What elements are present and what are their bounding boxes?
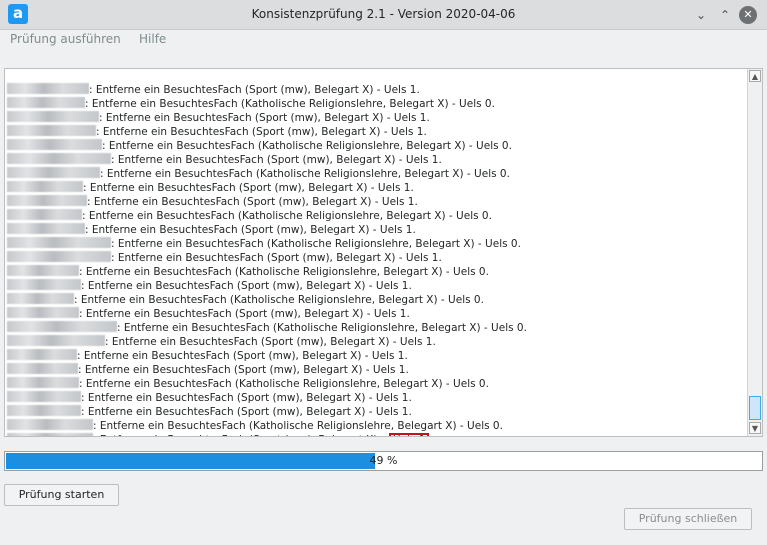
menu-hilfe[interactable]: Hilfe bbox=[139, 32, 166, 46]
redacted-name bbox=[7, 153, 111, 164]
redacted-name bbox=[7, 181, 83, 192]
redacted-name bbox=[7, 363, 78, 374]
close-icon[interactable]: ✕ bbox=[739, 6, 757, 24]
close-check-button[interactable]: Prüfung schließen bbox=[624, 508, 752, 530]
redacted-name bbox=[7, 167, 100, 178]
log-scrollbar[interactable]: ▲ ▼ bbox=[747, 69, 762, 436]
scroll-thumb[interactable] bbox=[749, 396, 761, 420]
progress-bar: 49 % bbox=[4, 451, 763, 471]
redacted-name bbox=[7, 279, 81, 290]
log-line-text: : Entferne ein BesuchtesFach (Sport (mw)… bbox=[85, 224, 416, 236]
log-line-text: : Entferne ein BesuchtesFach (Sport (mw)… bbox=[81, 406, 412, 418]
title-bar: a Konsistenzprüfung 2.1 - Version 2020-0… bbox=[0, 0, 767, 30]
log-line: : Entferne ein BesuchtesFach (Sport (mw)… bbox=[7, 195, 746, 209]
log-line: : Entferne ein BesuchtesFach (Sport (mw)… bbox=[7, 111, 746, 125]
log-line: : Entferne ein BesuchtesFach (Sport (mw)… bbox=[7, 279, 746, 293]
log-line-text: : Entferne ein BesuchtesFach (Sport (mw)… bbox=[111, 154, 442, 166]
log-line: : Entferne ein BesuchtesFach (Katholisch… bbox=[7, 293, 746, 307]
redacted-name bbox=[7, 321, 117, 332]
log-line-text: : Entferne ein BesuchtesFach (Sport (mw)… bbox=[81, 392, 412, 404]
log-line-text: : Entferne ein BesuchtesFach (Katholisch… bbox=[93, 420, 503, 432]
redacted-name bbox=[7, 419, 93, 430]
log-line-text: : Entferne ein BesuchtesFach (Katholisch… bbox=[85, 98, 495, 110]
log-line-last: : Entferne ein BesuchtesFach (Sport (mw)… bbox=[7, 433, 746, 436]
redacted-name bbox=[7, 293, 74, 304]
log-line-text: : Entferne ein BesuchtesFach (Sport (mw)… bbox=[96, 126, 427, 138]
log-line: : Entferne ein BesuchtesFach (Sport (mw)… bbox=[7, 125, 746, 139]
redacted-name bbox=[7, 405, 81, 416]
maximize-icon[interactable]: ⌃ bbox=[716, 6, 734, 24]
log-line-text: : Entferne ein BesuchtesFach (Katholisch… bbox=[74, 294, 484, 306]
menu-bar: Prüfung ausführen Hilfe bbox=[0, 30, 767, 50]
log-line-text: : Entferne ein BesuchtesFach (Katholisch… bbox=[117, 322, 527, 334]
log-line-text: : Entferne ein BesuchtesFach (Sport (mw)… bbox=[78, 364, 409, 376]
redacted-name bbox=[7, 237, 111, 248]
log-line: : Entferne ein BesuchtesFach (Katholisch… bbox=[7, 237, 746, 251]
log-line: : Entferne ein BesuchtesFach (Sport (mw)… bbox=[7, 223, 746, 237]
log-line: : Entferne ein BesuchtesFach (Katholisch… bbox=[7, 321, 746, 335]
log-line-text: : Entferne ein BesuchtesFach (Sport (mw)… bbox=[77, 350, 408, 362]
redacted-name bbox=[7, 195, 87, 206]
log-lines: : Entferne ein BesuchtesFach (Sport (mw)… bbox=[7, 69, 746, 436]
log-line: : Entferne ein BesuchtesFach (Katholisch… bbox=[7, 139, 746, 153]
log-line-text: : Entferne ein BesuchtesFach (Sport (mw)… bbox=[105, 336, 436, 348]
redacted-name bbox=[7, 125, 96, 136]
log-line-text: : Entferne ein BesuchtesFach (Sport (mw)… bbox=[99, 112, 430, 124]
log-line-text: : Entferne ein BesuchtesFach (Sport (mw)… bbox=[87, 196, 418, 208]
log-line: : Entferne ein BesuchtesFach (Katholisch… bbox=[7, 167, 746, 181]
log-line: : Entferne ein BesuchtesFach (Katholisch… bbox=[7, 265, 746, 279]
log-line: : Entferne ein BesuchtesFach (Sport (mw)… bbox=[7, 251, 746, 265]
redacted-name bbox=[7, 209, 82, 220]
menu-pruefung-ausfuehren[interactable]: Prüfung ausführen bbox=[10, 32, 121, 46]
redacted-name bbox=[7, 391, 81, 402]
redacted-name bbox=[7, 251, 111, 262]
log-line: : Entferne ein BesuchtesFach (Sport (mw)… bbox=[7, 349, 746, 363]
log-line: : Entferne ein BesuchtesFach (Sport (mw)… bbox=[7, 83, 746, 97]
log-line: : Entferne ein BesuchtesFach (Katholisch… bbox=[7, 419, 746, 433]
redacted-name bbox=[7, 307, 79, 318]
redacted-name bbox=[7, 83, 89, 94]
progress-label: 49 % bbox=[369, 454, 398, 467]
minimize-icon[interactable]: ⌄ bbox=[692, 6, 710, 24]
redacted-name bbox=[7, 97, 85, 108]
window-title: Konsistenzprüfung 2.1 - Version 2020-04-… bbox=[251, 7, 516, 21]
log-line: : Entferne ein BesuchtesFach (Katholisch… bbox=[7, 377, 746, 391]
log-line: : Entferne ein BesuchtesFach (Sport (mw)… bbox=[7, 153, 746, 167]
log-line-text: : Entferne ein BesuchtesFach (Sport (mw)… bbox=[79, 308, 410, 320]
scroll-down-icon[interactable]: ▼ bbox=[749, 422, 761, 434]
log-line: : Entferne ein BesuchtesFach (Sport (mw)… bbox=[7, 335, 746, 349]
redacted-name bbox=[7, 335, 105, 346]
log-line-text: : Entferne ein BesuchtesFach (Sport (mw)… bbox=[93, 434, 385, 436]
highlighted-uels-value: Uels 1 bbox=[388, 433, 430, 436]
log-line: : Entferne ein BesuchtesFach (Katholisch… bbox=[7, 209, 746, 223]
redacted-name bbox=[7, 349, 77, 360]
start-check-button[interactable]: Prüfung starten bbox=[4, 484, 119, 506]
redacted-name bbox=[7, 223, 85, 234]
log-line-text: : Entferne ein BesuchtesFach (Katholisch… bbox=[100, 168, 510, 180]
redacted-name bbox=[7, 111, 99, 122]
log-line: : Entferne ein BesuchtesFach (Katholisch… bbox=[7, 97, 746, 111]
redacted-name bbox=[7, 377, 79, 388]
log-line-text: : Entferne ein BesuchtesFach (Sport (mw)… bbox=[83, 182, 414, 194]
log-line-text: : Entferne ein BesuchtesFach (Katholisch… bbox=[102, 140, 512, 152]
redacted-name bbox=[7, 139, 102, 150]
log-line: : Entferne ein BesuchtesFach (Sport (mw)… bbox=[7, 391, 746, 405]
log-line-text: : Entferne ein BesuchtesFach (Katholisch… bbox=[111, 238, 521, 250]
log-line: : Entferne ein BesuchtesFach (Sport (mw)… bbox=[7, 181, 746, 195]
scroll-up-icon[interactable]: ▲ bbox=[749, 70, 761, 82]
log-line: : Entferne ein BesuchtesFach (Sport (mw)… bbox=[7, 405, 746, 419]
log-line: : Entferne ein BesuchtesFach (Sport (mw)… bbox=[7, 363, 746, 377]
log-line-text: : Entferne ein BesuchtesFach (Sport (mw)… bbox=[111, 252, 442, 264]
log-line-text: : Entferne ein BesuchtesFach (Sport (mw)… bbox=[89, 84, 420, 96]
log-line-text: : Entferne ein BesuchtesFach (Sport (mw)… bbox=[81, 280, 412, 292]
log-line-text: : Entferne ein BesuchtesFach (Katholisch… bbox=[82, 210, 492, 222]
log-line-text: : Entferne ein BesuchtesFach (Katholisch… bbox=[79, 378, 489, 390]
redacted-name bbox=[7, 265, 79, 276]
log-output[interactable]: : Entferne ein BesuchtesFach (Sport (mw)… bbox=[4, 68, 763, 437]
log-line: : Entferne ein BesuchtesFach (Sport (mw)… bbox=[7, 307, 746, 321]
log-line-text: : Entferne ein BesuchtesFach (Katholisch… bbox=[79, 266, 489, 278]
redacted-name bbox=[7, 433, 93, 436]
